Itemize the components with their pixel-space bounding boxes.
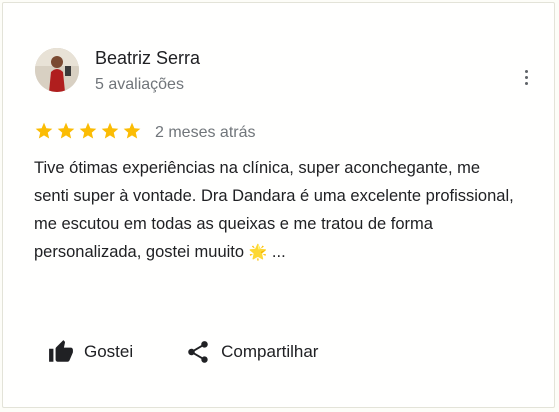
thumb-up-icon [49,340,73,362]
star-icon [79,122,97,139]
star-icon [123,122,141,139]
share-icon [188,341,208,363]
like-label: Gostei [84,342,134,361]
more-options-button[interactable] [514,65,538,89]
star-emoji: 🌟 [248,244,268,261]
avatar[interactable] [35,48,79,92]
read-more-ellipsis[interactable]: ... [267,243,286,261]
review-date: 2 meses atrás [155,124,256,141]
avatar-photo [35,48,79,92]
review-card: Beatriz Serra 5 avaliações 2 meses atrás… [2,2,555,408]
share-label: Compartilhar [221,342,319,361]
share-button[interactable]: Compartilhar [185,339,318,365]
more-vert-icon-dot [524,81,528,85]
star-icon [35,122,53,139]
star-icon [101,122,119,139]
more-vert-icon [524,69,528,73]
star-icon [57,122,75,139]
review-text: Tive ótimas experiências na clínica, sup… [34,154,514,267]
reviewer-name[interactable]: Beatriz Serra [95,48,200,69]
review-count: 5 avaliações [95,76,184,93]
star-rating [34,121,142,141]
review-actions: Gostei Compartilhar [48,339,318,365]
like-button[interactable]: Gostei [48,339,133,365]
more-vert-icon-dot [524,75,528,79]
